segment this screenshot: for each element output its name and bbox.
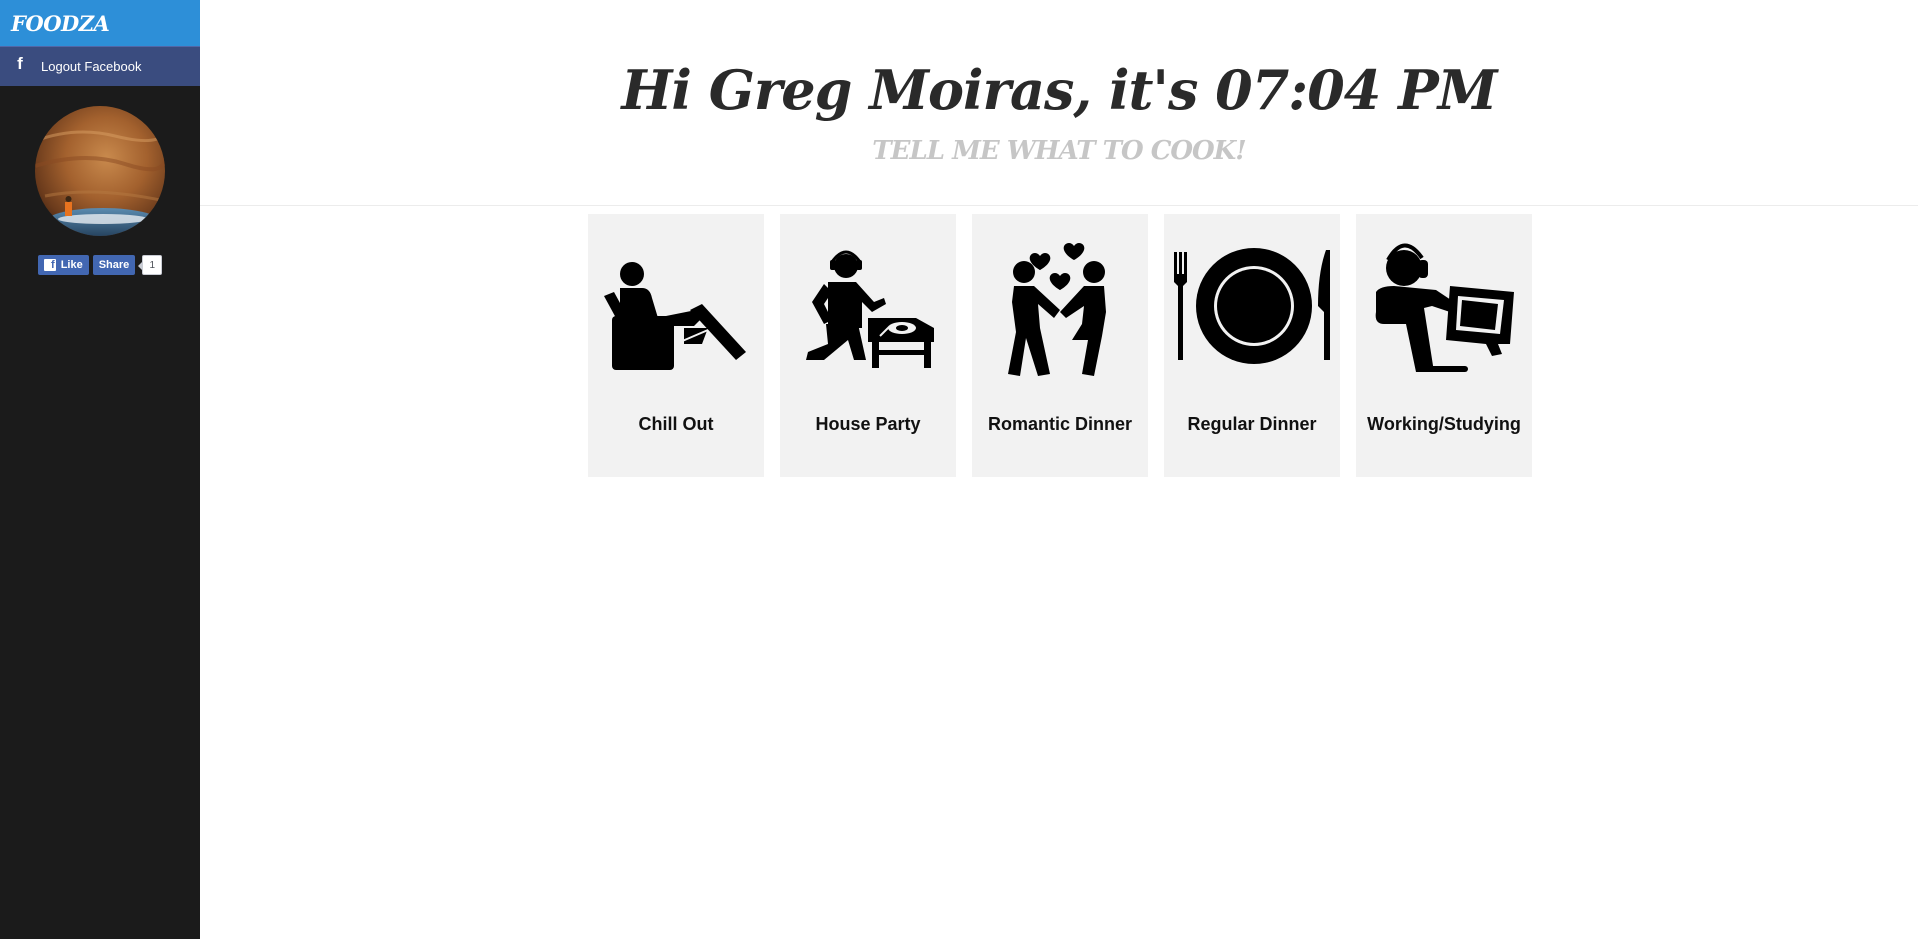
dj-turntable-icon [780, 214, 956, 400]
couple-hearts-icon [972, 214, 1148, 400]
armchair-relaxing-icon [588, 214, 764, 400]
avatar [35, 106, 165, 236]
facebook-like-button[interactable]: f Like [37, 255, 89, 275]
share-label: Share [98, 259, 130, 271]
mood-card-label: Regular Dinner [1187, 414, 1317, 434]
mood-card-label: Romantic Dinner [987, 414, 1133, 434]
computer-headset-icon [1356, 214, 1532, 400]
mood-card-chill-out[interactable]: Chill Out [588, 214, 764, 477]
logout-facebook-label: Logout Facebook [41, 59, 142, 74]
sidebar: FOODZA f Logout Facebook f Like Share 1 [0, 0, 200, 939]
mood-card-label: Chill Out [638, 414, 714, 434]
like-label: Like [60, 259, 83, 271]
facebook-icon: f [43, 259, 56, 271]
mood-card-label: House Party [815, 414, 921, 434]
mood-card-label: Working/Studying [1367, 414, 1521, 434]
mood-card-romantic-dinner[interactable]: Romantic Dinner [972, 214, 1148, 477]
page-header: Hi Greg Moiras, it's 07:04 PM TELL ME WH… [200, 0, 1918, 206]
mood-card-regular-dinner[interactable]: Regular Dinner [1164, 214, 1340, 477]
share-count-badge: 1 [138, 255, 163, 275]
facebook-share-button[interactable]: Share [92, 255, 136, 275]
facebook-icon: f [17, 53, 23, 73]
greeting-title: Hi Greg Moiras, it's 07:04 PM [621, 58, 1497, 122]
mood-card-list: Chill Out House Party Romantic Dinner Re… [588, 214, 1532, 477]
plate-cutlery-icon [1164, 214, 1340, 400]
main-content: Hi Greg Moiras, it's 07:04 PM TELL ME WH… [200, 0, 1918, 939]
logout-facebook-button[interactable]: f Logout Facebook [0, 46, 200, 86]
mood-card-house-party[interactable]: House Party [780, 214, 956, 477]
mood-card-working-studying[interactable]: Working/Studying [1356, 214, 1532, 477]
brand-logo[interactable]: FOODZA [0, 0, 200, 46]
page-subtitle: TELL ME WHAT TO COOK! [872, 136, 1246, 166]
